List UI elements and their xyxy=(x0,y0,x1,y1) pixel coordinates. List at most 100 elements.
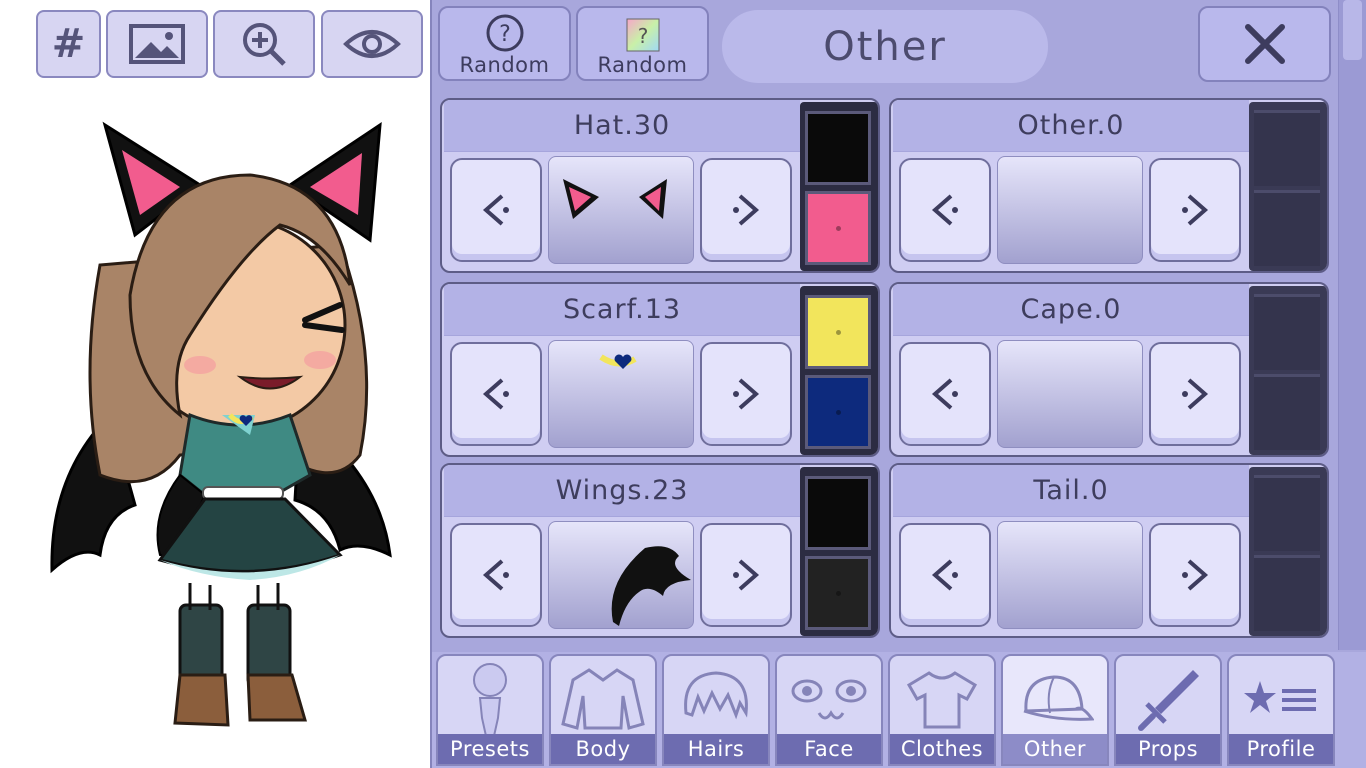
rainbow-question-icon: ? xyxy=(626,18,659,52)
chevron-right-icon xyxy=(1182,378,1209,410)
jacket-icon xyxy=(561,668,645,730)
chevron-right-icon xyxy=(733,378,760,410)
next-button[interactable] xyxy=(700,158,792,262)
prev-button[interactable] xyxy=(899,158,991,262)
chevron-left-icon xyxy=(482,559,509,591)
background-button[interactable] xyxy=(106,10,208,78)
star-list-icon xyxy=(1244,681,1316,713)
slot-hat: Hat.30 xyxy=(440,98,880,273)
color-swatch-1[interactable] xyxy=(805,476,871,550)
image-icon xyxy=(129,24,185,64)
item-preview xyxy=(548,156,694,264)
face-icon xyxy=(791,679,867,720)
slot-title: Scarf.13 xyxy=(444,284,800,336)
slot-wings: Wings.23 xyxy=(440,463,880,638)
color-swatch-empty xyxy=(1254,190,1320,266)
color-swatches-disabled xyxy=(1249,286,1327,455)
eye-icon xyxy=(343,30,401,58)
color-swatch-empty xyxy=(1254,110,1320,186)
tab-profile[interactable]: Profile xyxy=(1227,654,1335,766)
hide-ui-button[interactable] xyxy=(321,10,423,78)
next-button[interactable] xyxy=(1149,158,1241,262)
color-swatches xyxy=(800,467,878,636)
tab-label: Face xyxy=(777,734,881,764)
category-tabs: Presets Body Hairs Face Clothes Other Pr… xyxy=(432,652,1366,768)
color-swatches xyxy=(800,286,878,455)
prev-button[interactable] xyxy=(450,158,542,262)
color-swatch-2[interactable] xyxy=(805,556,871,630)
character-avatar[interactable] xyxy=(40,115,400,740)
next-button[interactable] xyxy=(700,342,792,446)
color-swatch-empty xyxy=(1254,374,1320,450)
prev-button[interactable] xyxy=(899,342,991,446)
tab-presets[interactable]: Presets xyxy=(436,654,544,766)
cat-ears-icon xyxy=(563,179,667,219)
tab-face[interactable]: Face xyxy=(775,654,883,766)
slot-title: Hat.30 xyxy=(444,100,800,152)
item-preview xyxy=(548,521,694,629)
chevron-left-icon xyxy=(482,194,509,226)
next-button[interactable] xyxy=(1149,342,1241,446)
slot-title: Tail.0 xyxy=(893,465,1249,517)
grid-button[interactable]: # xyxy=(36,10,101,78)
prev-button[interactable] xyxy=(899,523,991,627)
tab-other[interactable]: Other xyxy=(1001,654,1109,766)
scrollbar[interactable] xyxy=(1338,0,1366,650)
close-button[interactable] xyxy=(1198,6,1331,82)
tab-label: Hairs xyxy=(664,734,768,764)
chevron-left-icon xyxy=(931,378,958,410)
tab-label: Clothes xyxy=(890,734,994,764)
next-button[interactable] xyxy=(1149,523,1241,627)
tab-clothes[interactable]: Clothes xyxy=(888,654,996,766)
slot-other: Other.0 xyxy=(889,98,1329,273)
item-preview xyxy=(548,340,694,448)
prev-button[interactable] xyxy=(450,342,542,446)
chevron-right-icon xyxy=(733,194,760,226)
color-swatch-empty xyxy=(1254,555,1320,631)
random-color-button-label: Random xyxy=(597,53,688,77)
scrollbar-thumb[interactable] xyxy=(1343,0,1362,60)
svg-text:?: ? xyxy=(499,22,511,47)
color-swatch-2[interactable] xyxy=(805,191,871,265)
prev-button[interactable] xyxy=(450,523,542,627)
zoom-in-icon xyxy=(243,23,286,66)
tshirt-icon xyxy=(906,671,978,729)
tab-body[interactable]: Body xyxy=(549,654,657,766)
wing-icon xyxy=(611,546,691,626)
scarf-icon xyxy=(599,354,637,369)
slot-title: Cape.0 xyxy=(893,284,1249,336)
color-swatch-2[interactable] xyxy=(805,375,871,449)
person-silhouette-icon xyxy=(473,663,507,736)
close-icon xyxy=(1244,24,1285,64)
chevron-right-icon xyxy=(1182,194,1209,226)
color-swatches xyxy=(800,102,878,271)
zoom-button[interactable] xyxy=(213,10,315,78)
random-button[interactable]: ? Random xyxy=(438,6,571,81)
tab-label: Other xyxy=(1003,734,1107,764)
color-swatch-1[interactable] xyxy=(805,111,871,185)
tab-props[interactable]: Props xyxy=(1114,654,1222,766)
random-button-label: Random xyxy=(459,53,550,77)
item-preview xyxy=(997,521,1143,629)
tab-label: Props xyxy=(1116,734,1220,764)
chevron-left-icon xyxy=(931,194,958,226)
tab-label: Body xyxy=(551,734,655,764)
color-swatch-empty xyxy=(1254,475,1320,551)
tab-label: Presets xyxy=(438,734,542,764)
slot-title: Wings.23 xyxy=(444,465,800,517)
cap-icon xyxy=(1023,675,1094,721)
chevron-left-icon xyxy=(931,559,958,591)
random-color-button[interactable]: ? Random xyxy=(576,6,709,81)
color-swatches-disabled xyxy=(1249,102,1327,271)
color-swatch-1[interactable] xyxy=(805,295,871,369)
color-swatches-disabled xyxy=(1249,467,1327,636)
slot-tail: Tail.0 xyxy=(889,463,1329,638)
svg-text:?: ? xyxy=(637,24,648,48)
tab-hairs[interactable]: Hairs xyxy=(662,654,770,766)
chevron-left-icon xyxy=(482,378,509,410)
chevron-right-icon xyxy=(1182,559,1209,591)
hash-icon: # xyxy=(51,21,86,67)
next-button[interactable] xyxy=(700,523,792,627)
item-preview xyxy=(997,340,1143,448)
slot-cape: Cape.0 xyxy=(889,282,1329,457)
